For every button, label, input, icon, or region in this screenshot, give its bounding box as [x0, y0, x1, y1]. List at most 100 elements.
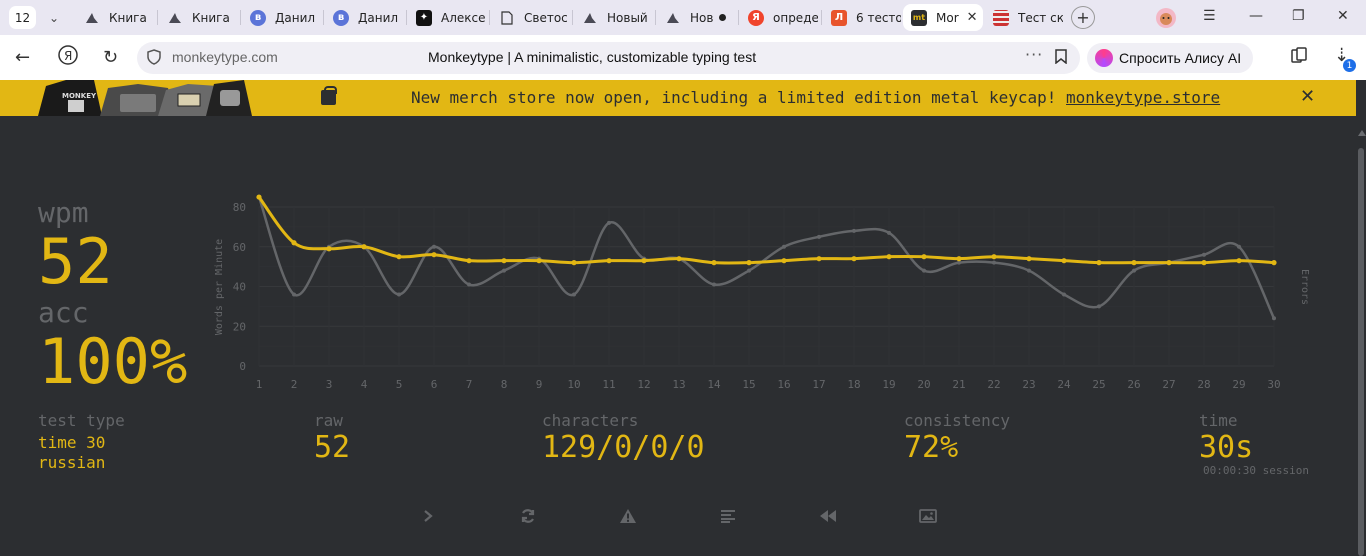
scrollbar-thumb[interactable] [1358, 148, 1364, 556]
next-test-button[interactable] [417, 505, 439, 527]
raw-point [1237, 244, 1241, 249]
new-tab-plus-icon[interactable]: + [1071, 6, 1095, 29]
scroll-up-arrow-icon[interactable] [1358, 130, 1366, 136]
address-bar[interactable]: monkeytype.com Monkeytype | A minimalist… [137, 42, 1080, 74]
tab-title: 6 тесто [856, 10, 901, 25]
acc-value[interactable]: 100% [38, 326, 187, 398]
wpm-point [466, 258, 472, 264]
wpm-point [571, 260, 577, 266]
menu-hamburger-icon[interactable]: ☰ [1203, 8, 1216, 24]
restart-button[interactable] [517, 505, 539, 527]
raw-point [1132, 268, 1136, 273]
minimize-icon[interactable]: — [1249, 8, 1263, 24]
raw-point [852, 228, 856, 233]
test-language-value: russian [38, 453, 106, 472]
chart-grid [258, 206, 1275, 367]
report-test-button[interactable] [617, 505, 639, 527]
yandex-logo-icon[interactable]: Я [58, 45, 78, 70]
browser-tab[interactable]: Тест ск [985, 4, 1063, 31]
raw-point [817, 234, 821, 239]
site-security-shield-icon[interactable] [147, 49, 163, 67]
restore-icon[interactable]: ❐ [1292, 8, 1305, 24]
consistency-value[interactable]: 72% [904, 430, 958, 465]
monkeytype-tab-icon [167, 10, 183, 26]
tab-list-chevron-down-icon[interactable]: ⌄ [43, 8, 65, 28]
wpm-point [1096, 260, 1102, 266]
wpm-point [921, 254, 927, 260]
wpm-series-line [257, 196, 1275, 265]
next-test-icon [424, 510, 433, 522]
raw-point [257, 195, 261, 200]
restart-icon [521, 509, 535, 523]
tab-divider [406, 10, 407, 25]
close-tab-icon[interactable]: ✕ [967, 10, 978, 25]
tab-divider [821, 10, 822, 25]
merch-store-link[interactable]: monkeytype.store [1066, 88, 1220, 107]
browser-tab[interactable]: Светос [491, 4, 569, 31]
wpm-point [291, 240, 297, 246]
wpm-point [851, 256, 857, 262]
x-tick-label: 15 [742, 378, 755, 391]
time-value[interactable]: 30s [1199, 430, 1253, 465]
profile-avatar-icon[interactable] [1155, 7, 1177, 33]
ask-alice-label: Спросить Алису AI [1119, 50, 1242, 66]
browser-tab-active[interactable]: mt Mor ✕ [903, 4, 983, 31]
raw-point [887, 230, 891, 235]
x-tick-label: 2 [291, 378, 298, 391]
wpm-value[interactable]: 52 [38, 226, 113, 298]
browser-tab[interactable]: Книга [76, 4, 154, 31]
back-arrow-icon[interactable]: ← [15, 47, 30, 68]
browser-tab[interactable]: ✦ Алексе [408, 4, 486, 31]
y-tick-label: 80 [233, 201, 246, 214]
browser-tab[interactable]: в Данил [242, 4, 320, 31]
browser-tab[interactable]: Нов [657, 4, 735, 31]
browser-tab[interactable]: Книга [159, 4, 237, 31]
tab-divider [489, 10, 490, 25]
ask-alice-button[interactable]: Спросить Алису AI [1087, 43, 1254, 73]
bookmark-icon[interactable] [1055, 49, 1067, 68]
browser-tab[interactable]: Л 6 тесто [823, 4, 901, 31]
close-window-icon[interactable]: ✕ [1337, 8, 1349, 24]
raw-value[interactable]: 52 [314, 430, 350, 465]
wpm-point [886, 254, 892, 260]
screenshot-icon [919, 509, 937, 523]
browser-tab-strip: 12 ⌄ Книга Книга в Данил в Данил ✦ Алекс… [0, 0, 1366, 35]
x-tick-label: 17 [812, 378, 825, 391]
monkeytype-tab-icon [665, 10, 681, 26]
wpm-point [1026, 256, 1032, 262]
wpm-point [956, 256, 962, 262]
x-tick-label: 23 [1022, 378, 1035, 391]
browser-tab[interactable]: в Данил [325, 4, 403, 31]
y2-axis-label: Errors [1299, 269, 1310, 305]
y-axis-ticks: 0 20 40 60 80 [233, 201, 246, 373]
session-time: 00:00:30 session [1203, 464, 1309, 477]
save-screenshot-button[interactable] [917, 505, 939, 527]
browser-tab[interactable]: Новый [574, 4, 652, 31]
wpm-point [1131, 260, 1137, 266]
x-tick-label: 28 [1197, 378, 1210, 391]
wpm-point [991, 254, 997, 260]
monkeytype-logo-icon: mt [911, 9, 927, 26]
vk-tab-icon: в [333, 9, 349, 26]
wpm-point [256, 194, 262, 200]
y-tick-label: 40 [233, 281, 246, 294]
merch-banner: MONKEY New merch store now open, includi… [0, 80, 1356, 116]
word-history-icon [721, 510, 735, 523]
raw-point [1202, 252, 1206, 257]
banner-message: New merch store now open, including a li… [411, 88, 1220, 107]
document-tab-icon [499, 10, 515, 26]
tab-count-button[interactable]: 12 [9, 6, 36, 29]
browser-tab[interactable]: Я опреде [740, 4, 818, 31]
more-options-icon[interactable]: ··· [1025, 45, 1043, 64]
collections-icon[interactable] [1290, 47, 1308, 70]
banner-close-icon[interactable]: ✕ [1300, 86, 1315, 107]
watch-replay-button[interactable] [817, 505, 839, 527]
wpm-point [1166, 260, 1172, 266]
wpm-point [501, 258, 507, 264]
wpm-point [781, 258, 787, 264]
word-history-button[interactable] [717, 505, 739, 527]
characters-value[interactable]: 129/0/0/0 [542, 430, 705, 465]
reload-icon[interactable]: ↻ [103, 47, 118, 68]
tab-divider [738, 10, 739, 25]
x-tick-label: 9 [536, 378, 543, 391]
